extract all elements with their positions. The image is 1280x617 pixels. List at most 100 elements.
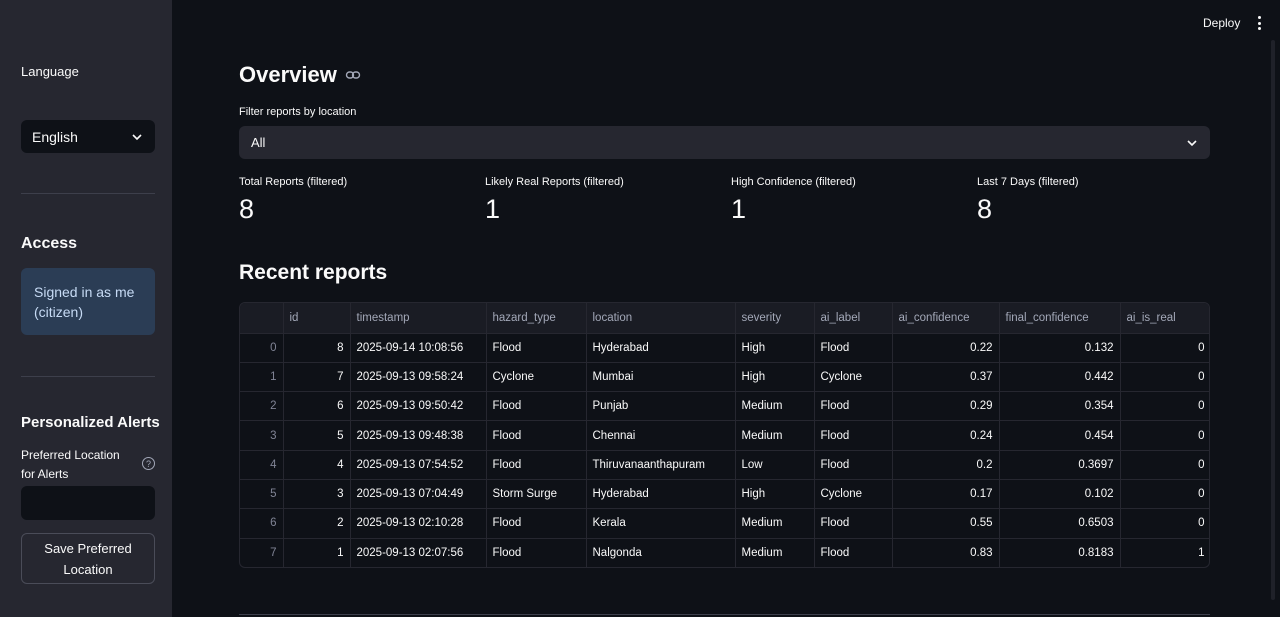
column-header-final-confidence[interactable]: final_confidence	[999, 303, 1121, 333]
cell-ai-is-real[interactable]: 0	[1120, 420, 1209, 451]
more-options-icon[interactable]	[1254, 15, 1264, 31]
cell-severity[interactable]: High	[735, 332, 815, 363]
cell-ai-is-real[interactable]: 0	[1120, 361, 1209, 392]
table-row[interactable]: 4 4 2025-09-13 07:54:52 Flood Thiruvanaantha…	[240, 449, 1209, 480]
table-row[interactable]: 5 3 2025-09-13 07:04:49 Storm Surge Hyderaba…	[240, 478, 1209, 509]
cell-ai-is-real[interactable]: 1	[1120, 537, 1209, 567]
column-header-ai-is-real[interactable]: ai_is_real	[1120, 303, 1209, 333]
cell-ai-is-real[interactable]: 0	[1120, 449, 1209, 480]
reports-table[interactable]: id timestamp hazard_type location severi…	[239, 302, 1210, 568]
scrollbar[interactable]	[1271, 40, 1275, 600]
column-header-index[interactable]	[240, 303, 284, 333]
cell-timestamp[interactable]: 2025-09-13 02:07:56	[350, 537, 487, 567]
cell-ai-label[interactable]: Flood	[814, 449, 893, 480]
row-index[interactable]: 1	[240, 361, 284, 392]
cell-ai-confidence[interactable]: 0.29	[892, 391, 1000, 421]
cell-ai-confidence[interactable]: 0.83	[892, 537, 1000, 567]
cell-severity[interactable]: High	[735, 361, 815, 392]
deploy-button[interactable]: Deploy	[1203, 16, 1240, 30]
cell-final-confidence[interactable]: 0.102	[999, 478, 1121, 509]
cell-id[interactable]: 3	[283, 478, 351, 509]
cell-ai-label[interactable]: Flood	[814, 508, 893, 539]
table-row[interactable]: 1 7 2025-09-13 09:58:24 Cyclone Mumbai High Cy…	[240, 361, 1209, 392]
cell-severity[interactable]: Low	[735, 449, 815, 480]
cell-timestamp[interactable]: 2025-09-13 09:58:24	[350, 361, 487, 392]
table-row[interactable]: 0 8 2025-09-14 10:08:56 Flood Hyderabad High F…	[240, 332, 1209, 363]
cell-ai-label[interactable]: Flood	[814, 537, 893, 567]
preferred-location-input[interactable]	[21, 486, 155, 520]
column-header-ai-label[interactable]: ai_label	[814, 303, 893, 333]
language-select[interactable]: English	[21, 120, 155, 153]
cell-final-confidence[interactable]: 0.454	[999, 420, 1121, 451]
row-index[interactable]: 5	[240, 478, 284, 509]
cell-final-confidence[interactable]: 0.354	[999, 391, 1121, 421]
table-row[interactable]: 7 1 2025-09-13 02:07:56 Flood Nalgonda Medium…	[240, 537, 1209, 567]
cell-location[interactable]: Kerala	[586, 508, 736, 539]
cell-final-confidence[interactable]: 0.8183	[999, 537, 1121, 567]
cell-id[interactable]: 7	[283, 361, 351, 392]
save-preferred-location-button[interactable]: Save Preferred Location	[21, 533, 155, 584]
cell-id[interactable]: 4	[283, 449, 351, 480]
cell-hazard-type[interactable]: Cyclone	[486, 361, 587, 392]
cell-ai-is-real[interactable]: 0	[1120, 332, 1209, 363]
row-index[interactable]: 0	[240, 332, 284, 363]
cell-ai-confidence[interactable]: 0.22	[892, 332, 1000, 363]
row-index[interactable]: 3	[240, 420, 284, 451]
cell-ai-label[interactable]: Flood	[814, 391, 893, 421]
cell-severity[interactable]: Medium	[735, 391, 815, 421]
table-row[interactable]: 2 6 2025-09-13 09:50:42 Flood Punjab Medium Fl…	[240, 391, 1209, 421]
cell-location[interactable]: Punjab	[586, 391, 736, 421]
column-header-location[interactable]: location	[586, 303, 736, 333]
cell-hazard-type[interactable]: Flood	[486, 332, 587, 363]
cell-ai-label[interactable]: Flood	[814, 420, 893, 451]
cell-hazard-type[interactable]: Storm Surge	[486, 478, 587, 509]
row-index[interactable]: 4	[240, 449, 284, 480]
cell-timestamp[interactable]: 2025-09-13 02:10:28	[350, 508, 487, 539]
link-icon[interactable]	[345, 67, 361, 83]
cell-severity[interactable]: High	[735, 478, 815, 509]
cell-ai-confidence[interactable]: 0.2	[892, 449, 1000, 480]
cell-timestamp[interactable]: 2025-09-13 07:04:49	[350, 478, 487, 509]
cell-location[interactable]: Nalgonda	[586, 537, 736, 567]
table-row[interactable]: 6 2 2025-09-13 02:10:28 Flood Kerala Medium Fl…	[240, 508, 1209, 539]
cell-ai-label[interactable]: Flood	[814, 332, 893, 363]
cell-id[interactable]: 1	[283, 537, 351, 567]
cell-final-confidence[interactable]: 0.3697	[999, 449, 1121, 480]
cell-ai-label[interactable]: Cyclone	[814, 361, 893, 392]
cell-location[interactable]: Chennai	[586, 420, 736, 451]
cell-timestamp[interactable]: 2025-09-13 09:48:38	[350, 420, 487, 451]
cell-final-confidence[interactable]: 0.132	[999, 332, 1121, 363]
cell-ai-confidence[interactable]: 0.55	[892, 508, 1000, 539]
cell-ai-label[interactable]: Cyclone	[814, 478, 893, 509]
cell-hazard-type[interactable]: Flood	[486, 508, 587, 539]
cell-ai-is-real[interactable]: 0	[1120, 391, 1209, 421]
row-index[interactable]: 7	[240, 537, 284, 567]
cell-final-confidence[interactable]: 0.6503	[999, 508, 1121, 539]
cell-ai-confidence[interactable]: 0.37	[892, 361, 1000, 392]
cell-id[interactable]: 2	[283, 508, 351, 539]
row-index[interactable]: 6	[240, 508, 284, 539]
column-header-hazard-type[interactable]: hazard_type	[486, 303, 587, 333]
cell-severity[interactable]: Medium	[735, 537, 815, 567]
cell-hazard-type[interactable]: Flood	[486, 537, 587, 567]
cell-ai-is-real[interactable]: 0	[1120, 478, 1209, 509]
cell-timestamp[interactable]: 2025-09-13 09:50:42	[350, 391, 487, 421]
cell-final-confidence[interactable]: 0.442	[999, 361, 1121, 392]
filter-location-select[interactable]: All	[239, 126, 1210, 159]
column-header-ai-confidence[interactable]: ai_confidence	[892, 303, 1000, 333]
table-row[interactable]: 3 5 2025-09-13 09:48:38 Flood Chennai Medium F…	[240, 420, 1209, 451]
cell-location[interactable]: Hyderabad	[586, 478, 736, 509]
cell-hazard-type[interactable]: Flood	[486, 449, 587, 480]
column-header-id[interactable]: id	[283, 303, 351, 333]
cell-timestamp[interactable]: 2025-09-14 10:08:56	[350, 332, 487, 363]
help-icon[interactable]: ?	[142, 457, 155, 470]
cell-location[interactable]: Thiruvanaanthapuram	[586, 449, 736, 480]
cell-ai-is-real[interactable]: 0	[1120, 508, 1209, 539]
column-header-timestamp[interactable]: timestamp	[350, 303, 487, 333]
cell-timestamp[interactable]: 2025-09-13 07:54:52	[350, 449, 487, 480]
row-index[interactable]: 2	[240, 391, 284, 421]
column-header-severity[interactable]: severity	[735, 303, 815, 333]
cell-severity[interactable]: Medium	[735, 508, 815, 539]
cell-hazard-type[interactable]: Flood	[486, 391, 587, 421]
cell-severity[interactable]: Medium	[735, 420, 815, 451]
